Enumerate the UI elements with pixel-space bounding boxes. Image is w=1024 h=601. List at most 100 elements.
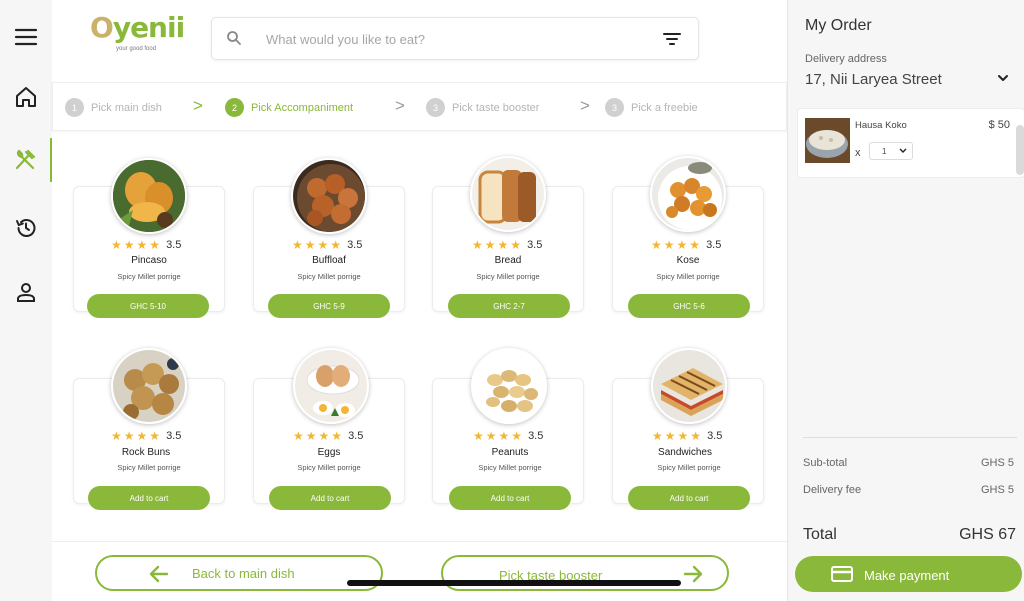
step-separator: > [580, 96, 590, 115]
food-image-kose [650, 156, 726, 232]
search-input[interactable] [266, 27, 646, 51]
home-indicator[interactable] [347, 580, 681, 586]
delivery-address-value[interactable]: 17, Nii Laryea Street [805, 71, 942, 88]
food-name: Sandwiches [658, 447, 712, 458]
back-to-main-dish-button[interactable]: Back to main dish [95, 555, 383, 591]
scrollbar-thumb[interactable] [1016, 125, 1024, 175]
order-item: Hausa Koko $ 50 x 1 [797, 108, 1024, 178]
food-image-eggs [293, 348, 369, 424]
nav-menu-food-button[interactable] [0, 138, 52, 182]
price-button[interactable]: GHC 2-7 [448, 294, 570, 318]
step-label: Pick main dish [91, 101, 162, 114]
history-icon [16, 219, 36, 237]
order-item-image [805, 118, 850, 163]
make-payment-button[interactable]: Make payment [795, 556, 1022, 592]
food-image-rock-buns [111, 348, 187, 424]
rating-value: 3.5 [166, 430, 182, 442]
food-image-buffloaf [291, 158, 367, 234]
order-steps: 1 Pick main dish > 2 Pick Accompaniment … [52, 82, 787, 131]
star-rating: ★ ★ ★ ★ 3.5 [293, 429, 364, 443]
order-title: My Order [805, 17, 872, 34]
food-name: Rock Buns [121, 447, 171, 458]
subtotal-row: Sub-total GHS 5 [803, 457, 1014, 469]
rating-value: 3.5 [707, 430, 723, 442]
order-item-name: Hausa Koko [855, 120, 907, 131]
arrow-right-icon [683, 565, 703, 583]
step-label: Pick taste booster [452, 101, 540, 114]
food-name: Buffloaf [312, 255, 346, 266]
total-label: Total [803, 526, 837, 543]
step-pick-taste-booster[interactable]: 3 Pick taste booster [426, 98, 539, 117]
nav-profile-button[interactable] [0, 270, 52, 314]
brand-logo[interactable]: Oyenii your good food [90, 13, 185, 57]
step-label: Pick a freebie [631, 101, 698, 114]
logo-tagline: your good food [116, 46, 157, 52]
food-image-bread [470, 156, 546, 232]
order-panel: My Order Delivery address 17, Nii Laryea… [787, 0, 1024, 601]
star-rating: ★ ★ ★ ★ 3.5 [652, 429, 723, 443]
back-button-label: Back to main dish [192, 566, 295, 581]
star-rating: ★ ★ ★ ★ 3.5 [473, 429, 544, 443]
food-image-pincaso [111, 158, 187, 234]
quantity-multiplier: x [855, 147, 861, 159]
quantity-select[interactable]: 1 [869, 142, 913, 160]
add-to-cart-button[interactable]: Add to cart [269, 486, 391, 510]
credit-card-icon [831, 566, 853, 582]
home-icon [16, 87, 36, 107]
search-icon [227, 31, 241, 45]
quantity-value: 1 [882, 146, 887, 156]
arrow-left-icon [149, 565, 169, 583]
make-payment-label: Make payment [864, 568, 950, 583]
rating-value: 3.5 [527, 239, 543, 251]
filter-icon[interactable] [662, 31, 682, 47]
add-to-cart-button[interactable]: Add to cart [88, 486, 210, 510]
chevron-down-icon[interactable] [997, 73, 1009, 83]
food-description: Spicy Millet porrige [117, 463, 181, 472]
step-number: 3 [426, 98, 445, 117]
step-number: 1 [65, 98, 84, 117]
delivery-fee-label: Delivery fee [803, 484, 862, 496]
nav-history-button[interactable] [0, 206, 52, 250]
chevron-down-icon [899, 148, 907, 153]
nav-home-button[interactable] [0, 75, 52, 119]
food-description: Spicy Millet porrige [117, 272, 181, 281]
step-separator: > [395, 96, 405, 115]
add-to-cart-button[interactable]: Add to cart [449, 486, 571, 510]
rating-value: 3.5 [347, 239, 363, 251]
price-button[interactable]: GHC 5-6 [628, 294, 750, 318]
food-description: Spicy Millet porrige [657, 463, 721, 472]
food-description: Spicy Millet porrige [297, 463, 361, 472]
food-description: Spicy Millet porrige [297, 272, 361, 281]
add-to-cart-button[interactable]: Add to cart [628, 486, 750, 510]
step-pick-accompaniment[interactable]: 2 Pick Accompaniment [225, 98, 353, 117]
food-name: Kose [676, 255, 700, 266]
order-item-price: $ 50 [988, 119, 1010, 131]
delivery-fee-row: Delivery fee GHS 5 [803, 484, 1014, 496]
step-number: 2 [225, 98, 244, 117]
food-name: Peanuts [491, 447, 529, 458]
rating-value: 3.5 [528, 430, 544, 442]
total-value: GHS 67 [959, 526, 1016, 543]
price-button[interactable]: GHC 5-9 [268, 294, 390, 318]
menu-icon [14, 28, 38, 46]
menu-button[interactable] [0, 15, 52, 59]
user-icon [17, 283, 35, 302]
delivery-address-label: Delivery address [805, 53, 887, 65]
rating-value: 3.5 [348, 430, 364, 442]
star-rating: ★ ★ ★ ★ 3.5 [292, 238, 363, 252]
star-rating: ★ ★ ★ ★ 3.5 [651, 238, 722, 252]
rating-value: 3.5 [166, 239, 182, 251]
food-description: Spicy Millet porrige [656, 272, 720, 281]
utensils-icon [15, 149, 36, 170]
food-description: Spicy Millet porrige [478, 463, 542, 472]
food-image-sandwiches [651, 348, 727, 424]
total-row: Total GHS 67 [803, 526, 1016, 544]
star-rating: ★ ★ ★ ★ 3.5 [111, 429, 182, 443]
food-name: Pincaso [131, 255, 167, 266]
price-button[interactable]: GHC 5-10 [87, 294, 209, 318]
food-name: Bread [494, 255, 522, 266]
step-pick-freebie[interactable]: 3 Pick a freebie [605, 98, 698, 117]
rating-value: 3.5 [706, 239, 722, 251]
divider [803, 437, 1017, 438]
step-pick-main-dish[interactable]: 1 Pick main dish [65, 98, 162, 117]
